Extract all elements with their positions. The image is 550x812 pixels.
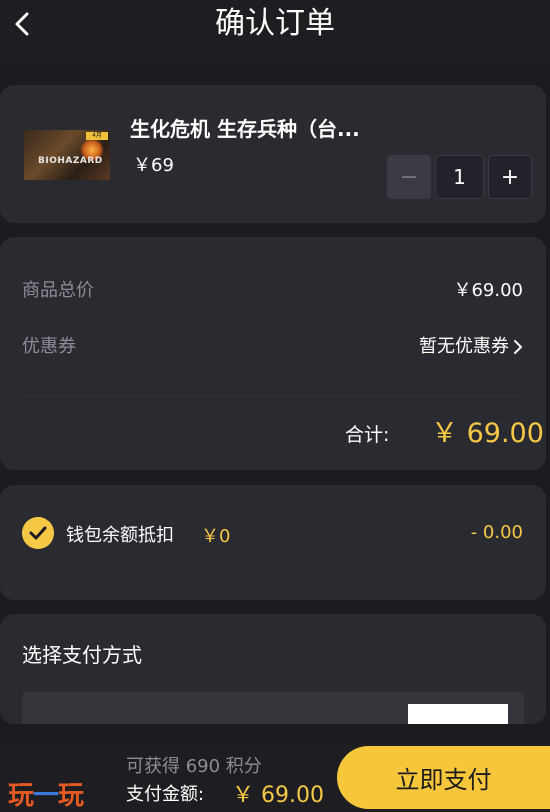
payment-option[interactable]: [22, 692, 524, 724]
quantity-input[interactable]: 1: [435, 155, 484, 199]
total-label: 合计:: [345, 424, 390, 446]
watermark-logo: 玩一玩: [8, 775, 84, 812]
wallet-balance: ￥0: [201, 526, 231, 547]
page-title: 确认订单: [215, 6, 335, 41]
thumbnail-logo: BIOHAZARD: [38, 156, 103, 166]
watermark-mid: 一: [33, 781, 59, 811]
product-thumbnail[interactable]: 4月 BIOHAZARD: [24, 130, 110, 180]
payment-title: 选择支付方式: [22, 643, 142, 667]
chevron-right-icon: [514, 340, 522, 354]
pay-amount-value: ￥ 69.00: [232, 783, 324, 808]
product-price: ￥69: [133, 155, 174, 176]
thumbnail-tag: 4月: [86, 132, 108, 140]
payment-option-logo: [408, 704, 508, 724]
subtotal-label: 商品总价: [22, 280, 94, 301]
quantity-decrease-button[interactable]: −: [387, 155, 431, 199]
pay-now-button[interactable]: 立即支付: [337, 746, 550, 809]
wallet-deduction: - 0.00: [470, 522, 523, 543]
coupon-label: 优惠券: [22, 336, 76, 357]
total-value: ￥ 69.00: [431, 418, 544, 449]
watermark-left: 玩: [8, 781, 34, 811]
watermark-right: 玩: [58, 781, 84, 811]
coupon-value: 暂无优惠券: [419, 336, 509, 357]
wallet-label: 钱包余额抵扣: [66, 525, 174, 546]
quantity-increase-button[interactable]: +: [488, 155, 532, 199]
summary-divider: [22, 395, 522, 396]
pay-amount-label: 支付金额:: [126, 784, 205, 805]
checkmark-icon[interactable]: [22, 517, 54, 549]
subtotal-value: ￥69.00: [453, 280, 523, 301]
coupon-selector[interactable]: 暂无优惠券: [419, 332, 523, 358]
points-info: 可获得 690 积分: [126, 756, 262, 777]
product-name: 生化危机 生存兵种（台...: [130, 117, 360, 141]
